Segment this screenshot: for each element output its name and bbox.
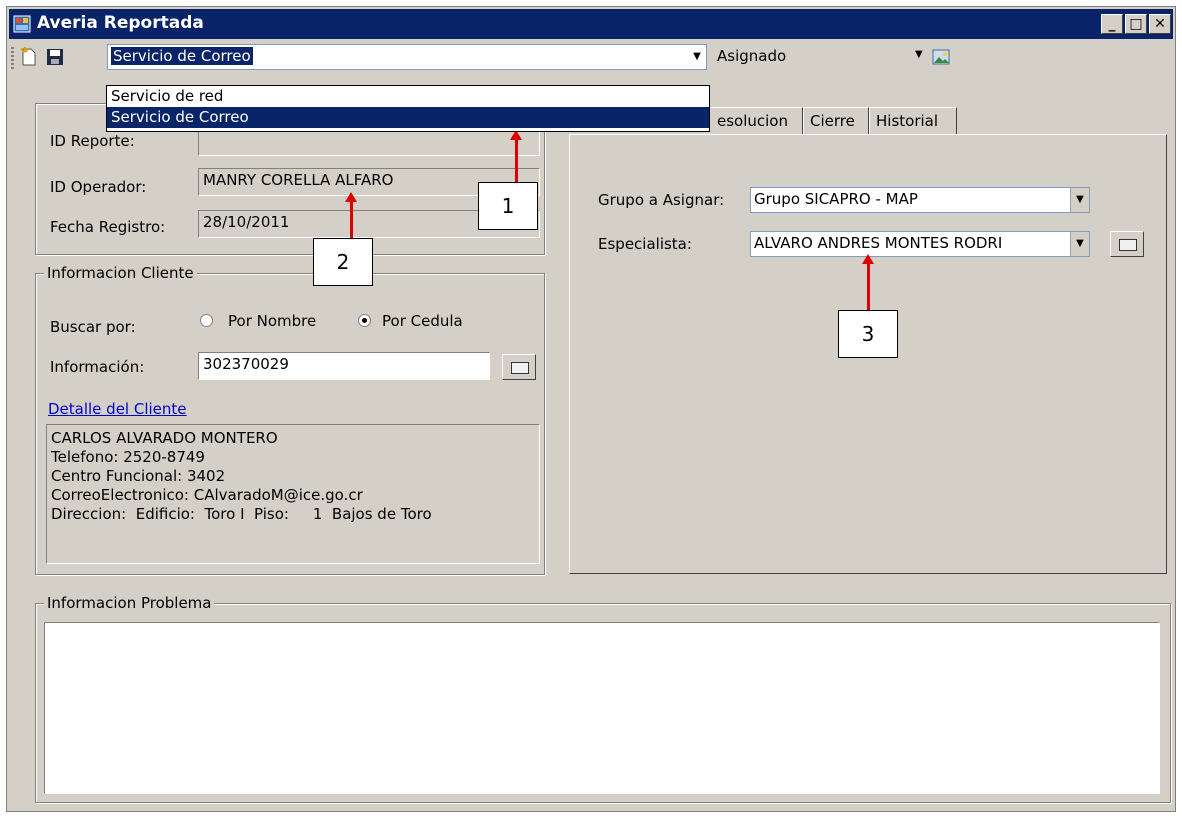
tab-cierre[interactable]: Cierre xyxy=(803,107,869,135)
chevron-down-icon[interactable]: ▼ xyxy=(1070,188,1089,212)
maximize-button[interactable]: □ xyxy=(1125,14,1147,34)
especialista-value: ALVARO ANDRES MONTES RODRI xyxy=(754,234,1003,252)
grupo-value: Grupo SICAPRO - MAP xyxy=(754,190,918,208)
chevron-down-icon[interactable]: ▼ xyxy=(1070,232,1089,256)
id-reporte-label: ID Reporte: xyxy=(50,132,135,150)
fecha-label: Fecha Registro: xyxy=(50,218,166,236)
title-bar[interactable]: Averia Reportada _ □ ✕ xyxy=(9,9,1173,39)
radio-por-nombre[interactable] xyxy=(200,314,213,327)
detail-email: CorreoElectronico: CAlvaradoM@ice.go.cr xyxy=(51,486,363,504)
radio-por-cedula-label[interactable]: Por Cedula xyxy=(382,312,463,330)
callout-3: 3 xyxy=(838,310,898,358)
tab-historial[interactable]: Historial xyxy=(869,107,957,135)
new-document-icon[interactable] xyxy=(19,47,39,67)
informacion-label: Información: xyxy=(50,358,145,376)
option-servicio-correo[interactable]: Servicio de Correo xyxy=(107,107,709,128)
client-details-box: CARLOS ALVARADO MONTERO Telefono: 2520-8… xyxy=(46,424,540,564)
service-combo-value: Servicio de Correo xyxy=(111,47,253,65)
problema-textarea[interactable] xyxy=(44,622,1160,794)
search-client-button[interactable] xyxy=(502,354,536,380)
window-title: Averia Reportada xyxy=(37,13,204,33)
especialista-label: Especialista: xyxy=(598,235,692,253)
radio-por-cedula[interactable] xyxy=(358,314,371,327)
id-operador-label: ID Operador: xyxy=(50,178,147,196)
detail-phone: Telefono: 2520-8749 xyxy=(51,448,205,466)
specialist-card-button[interactable] xyxy=(1110,231,1144,257)
detail-centro: Centro Funcional: 3402 xyxy=(51,467,226,485)
detalle-cliente-link[interactable]: Detalle del Cliente xyxy=(48,400,187,418)
grupo-combo[interactable]: Grupo SICAPRO - MAP ▼ xyxy=(750,187,1090,213)
option-servicio-red[interactable]: Servicio de red xyxy=(107,86,709,107)
radio-por-nombre-label[interactable]: Por Nombre xyxy=(228,312,316,330)
close-button[interactable]: ✕ xyxy=(1149,14,1171,34)
card-icon xyxy=(1119,239,1137,251)
chevron-down-icon[interactable]: ▼ xyxy=(688,45,706,69)
status-combo[interactable]: Asignado xyxy=(717,47,786,65)
status-value: Asignado xyxy=(717,47,787,65)
callout-arrow-1 xyxy=(510,130,522,182)
problema-legend: Informacion Problema xyxy=(44,594,215,612)
detail-address: Direccion: Edificio: Toro I Piso: 1 Bajo… xyxy=(51,505,432,523)
service-combo[interactable]: Servicio de Correo ▼ xyxy=(107,44,707,70)
minimize-button[interactable]: _ xyxy=(1101,14,1123,34)
toolbar: Servicio de Correo ▼ Asignado ▼ xyxy=(9,41,1173,73)
callout-arrow-3 xyxy=(862,254,874,310)
cliente-legend: Informacion Cliente xyxy=(44,264,197,282)
callout-1: 1 xyxy=(478,182,538,230)
buscar-label: Buscar por: xyxy=(50,318,136,336)
toolbar-grip[interactable] xyxy=(11,47,14,69)
status-dropdown-icon[interactable]: ▼ xyxy=(915,49,923,60)
app-icon xyxy=(13,15,31,33)
callout-2: 2 xyxy=(313,238,373,286)
service-dropdown-list: Servicio de red Servicio de Correo xyxy=(106,85,710,132)
tab-resolucion[interactable]: esolucion xyxy=(711,107,803,135)
especialista-combo[interactable]: ALVARO ANDRES MONTES RODRI ▼ xyxy=(750,231,1090,257)
informacion-input[interactable]: 302370029 xyxy=(198,352,490,380)
detail-name: CARLOS ALVARADO MONTERO xyxy=(51,429,278,447)
grupo-label: Grupo a Asignar: xyxy=(598,191,725,209)
save-icon[interactable] xyxy=(45,47,65,67)
image-icon[interactable] xyxy=(931,47,951,67)
problema-group: Informacion Problema xyxy=(35,594,1171,803)
callout-arrow-2 xyxy=(345,192,357,238)
id-reporte-field[interactable] xyxy=(198,130,540,156)
card-icon xyxy=(511,362,529,374)
cliente-group: Informacion Cliente Buscar por: Por Nomb… xyxy=(35,264,545,575)
